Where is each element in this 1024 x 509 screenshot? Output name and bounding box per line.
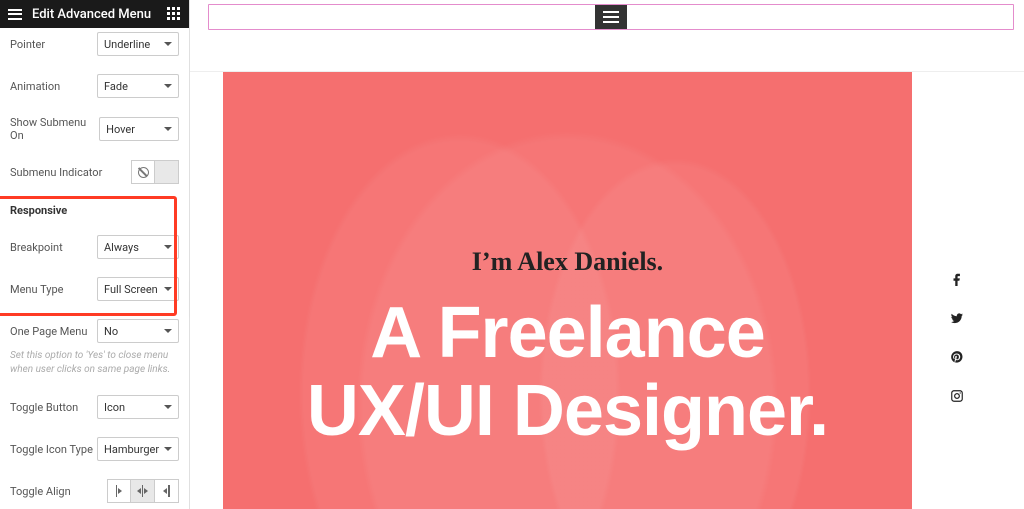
chevron-down-icon: [164, 42, 172, 46]
align-right-button[interactable]: [155, 479, 179, 503]
align-center-button[interactable]: [131, 479, 155, 503]
chevron-down-icon: [164, 84, 172, 88]
sidebar-header: Edit Advanced Menu: [0, 0, 189, 28]
show-submenu-select[interactable]: Hover: [99, 117, 179, 141]
hero-section: I’m Alex Daniels. A Freelance UX/UI Desi…: [223, 72, 912, 509]
apps-grid-icon[interactable]: [167, 7, 181, 21]
toggle-button-label: Toggle Button: [10, 401, 78, 414]
submenu-indicator-none-button[interactable]: [131, 160, 155, 184]
control-one-page-menu: One Page Menu No: [10, 319, 179, 343]
control-breakpoint: Breakpoint Always: [10, 235, 179, 259]
pointer-select[interactable]: Underline: [97, 32, 179, 56]
align-center-icon: [131, 480, 154, 502]
chevron-down-icon: [164, 405, 172, 409]
chevron-down-icon: [164, 287, 172, 291]
facebook-link[interactable]: [950, 272, 964, 289]
control-show-submenu: Show Submenu On Hover: [10, 116, 179, 142]
chevron-down-icon: [164, 127, 172, 131]
toggle-align-buttons: [107, 479, 179, 503]
show-submenu-label: Show Submenu On: [10, 116, 99, 142]
header-title: Edit Advanced Menu: [32, 7, 167, 22]
preview-canvas: I’m Alex Daniels. A Freelance UX/UI Desi…: [190, 0, 1024, 509]
twitter-link[interactable]: [950, 311, 964, 328]
menu-type-label: Menu Type: [10, 283, 63, 296]
toggle-button-select[interactable]: Icon: [97, 395, 179, 419]
control-toggle-align: Toggle Align: [10, 479, 179, 503]
toggle-align-label: Toggle Align: [10, 485, 71, 498]
control-toggle-button: Toggle Button Icon: [10, 395, 179, 419]
facebook-icon: [950, 272, 964, 286]
hero-content: I’m Alex Daniels. A Freelance UX/UI Desi…: [223, 247, 912, 451]
hamburger-icon: [603, 11, 619, 13]
align-right-icon: [155, 480, 178, 502]
social-links-column: [950, 272, 964, 406]
pinterest-icon: [950, 350, 964, 364]
one-page-label: One Page Menu: [10, 325, 87, 338]
section-responsive-title: Responsive: [10, 204, 179, 217]
toggle-icon-type-label: Toggle Icon Type: [10, 443, 93, 456]
chevron-down-icon: [164, 329, 172, 333]
control-toggle-icon-type: Toggle Icon Type Hamburger: [10, 437, 179, 461]
align-left-button[interactable]: [107, 479, 131, 503]
preview-header-strip: [190, 0, 1024, 72]
animation-select[interactable]: Fade: [97, 74, 179, 98]
align-left-icon: [108, 480, 130, 502]
submenu-indicator-buttons: [131, 160, 179, 184]
breakpoint-select[interactable]: Always: [97, 235, 179, 259]
one-page-helper: Set this option to 'Yes' to close menu w…: [10, 349, 179, 377]
menu-type-select[interactable]: Full Screen: [97, 277, 179, 301]
hero-subtitle: I’m Alex Daniels.: [223, 247, 912, 277]
hero-title: A Freelance UX/UI Designer.: [223, 295, 912, 451]
twitter-icon: [950, 311, 964, 325]
ban-icon: [138, 167, 149, 178]
breakpoint-label: Breakpoint: [10, 241, 63, 254]
animation-label: Animation: [10, 80, 60, 93]
control-submenu-indicator: Submenu Indicator: [10, 160, 179, 184]
sidebar-body: Pointer Underline Animation Fade Show Su…: [0, 28, 189, 509]
control-menu-type: Menu Type Full Screen: [10, 277, 179, 301]
editor-sidebar: Edit Advanced Menu Pointer Underline Ani…: [0, 0, 190, 509]
pinterest-link[interactable]: [950, 350, 964, 367]
hamburger-icon[interactable]: [8, 9, 22, 20]
one-page-select[interactable]: No: [97, 319, 179, 343]
submenu-indicator-caret-button[interactable]: [155, 160, 179, 184]
instagram-icon: [950, 389, 964, 403]
toggle-icon-type-select[interactable]: Hamburger: [97, 437, 179, 461]
submenu-indicator-label: Submenu Indicator: [10, 166, 102, 179]
chevron-down-icon: [164, 245, 172, 249]
widget-selection-outline[interactable]: [208, 4, 1014, 30]
control-pointer: Pointer Underline: [10, 32, 179, 56]
pointer-label: Pointer: [10, 38, 45, 51]
chevron-down-icon: [164, 447, 172, 451]
menu-toggle-button[interactable]: [595, 5, 627, 29]
control-animation: Animation Fade: [10, 74, 179, 98]
instagram-link[interactable]: [950, 389, 964, 406]
